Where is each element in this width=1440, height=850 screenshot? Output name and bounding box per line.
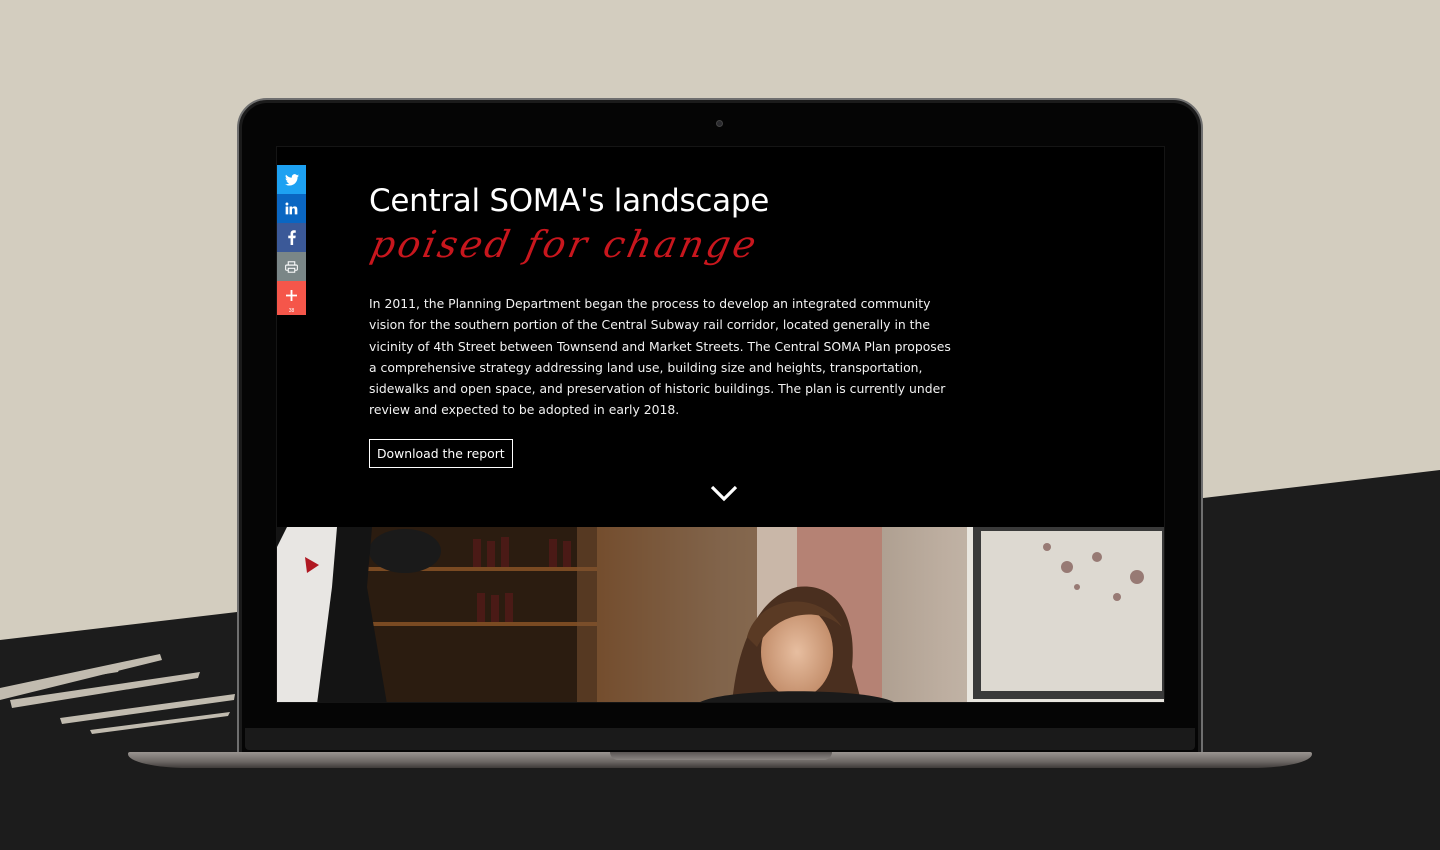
- print-button[interactable]: [277, 252, 306, 281]
- download-report-button[interactable]: Download the report: [369, 439, 513, 468]
- page-title: Central SOMA's landscape: [369, 183, 769, 219]
- linkedin-share-button[interactable]: [277, 194, 306, 223]
- camera-icon: [716, 120, 723, 127]
- twitter-share-button[interactable]: [277, 165, 306, 194]
- twitter-icon: [284, 173, 299, 186]
- script-subtitle: poised for change: [367, 223, 763, 266]
- intro-paragraph: In 2011, the Planning Department began t…: [369, 296, 951, 418]
- restaurant-photo: [277, 527, 1164, 702]
- laptop-hinge: [610, 752, 832, 760]
- chevron-down-icon[interactable]: [709, 483, 739, 503]
- facebook-icon: [287, 230, 296, 245]
- screen-bezel: [245, 728, 1195, 750]
- share-bar: 38: [277, 165, 306, 315]
- facebook-share-button[interactable]: [277, 223, 306, 252]
- restaurant-hero-image: [277, 527, 1164, 702]
- linkedin-icon: [285, 202, 298, 215]
- more-share-button[interactable]: 38: [277, 281, 306, 315]
- print-icon: [285, 260, 298, 273]
- plus-icon: [286, 289, 297, 301]
- share-count: 38: [288, 308, 295, 314]
- website-screen: 38 Central SOMA's landscape poised for c…: [276, 146, 1165, 703]
